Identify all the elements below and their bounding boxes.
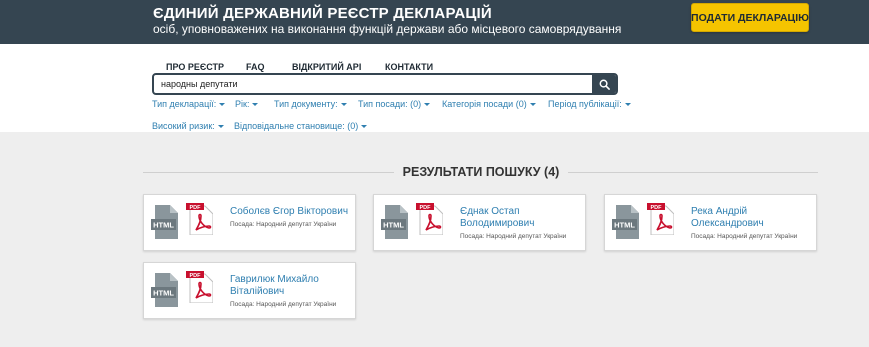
nav-open-api[interactable]: ВІДКРИТИЙ API [292,62,361,72]
filter-publication-period[interactable]: Період публікації: [548,99,631,109]
filter-label: Період публікації: [548,99,622,109]
search-input[interactable] [154,75,592,93]
filter-declaration-type[interactable]: Тип декларації: [152,99,226,109]
nav-contacts[interactable]: КОНТАКТИ [385,62,433,72]
filter-label: Відповідальне становище: (0) [234,121,359,131]
filter-label: Тип посади: (0) [358,99,422,109]
caret-down-icon [252,103,259,107]
html-label: HTML [153,221,174,230]
declarant-position: Посада: Народний депутат України [691,233,798,240]
filter-position-type[interactable]: Тип посади: (0) [358,99,431,109]
site-subtitle: осіб, уповноважених на виконання функцій… [153,22,622,36]
result-card: HTML PDF Река Андрій Олександрович Посад… [604,194,817,251]
search-bar [152,73,618,95]
caret-down-icon [217,125,224,129]
search-icon [599,79,610,90]
filter-high-risk[interactable]: Високий ризик: [152,121,224,131]
nav-faq[interactable]: FAQ [246,62,265,72]
pdf-label: PDF [420,205,432,211]
site-title[interactable]: ЄДИНИЙ ДЕРЖАВНИЙ РЕЄСТР ДЕКЛАРАЦІЙ [153,5,492,22]
pdf-document-icon[interactable]: PDF [416,203,443,235]
result-card: HTML PDF Соболєв Єгор Вікторович Посада:… [143,194,356,251]
nav-about[interactable]: ПРО РЕЄСТР [166,62,224,72]
caret-down-icon [219,103,226,107]
html-document-icon[interactable]: HTML [612,205,639,239]
filter-label: Тип декларації: [152,99,217,109]
filter-year[interactable]: Рік: [235,99,259,109]
html-document-icon[interactable]: HTML [151,273,178,307]
declarant-name-link[interactable]: Соболєв Єгор Вікторович [230,206,354,218]
html-document-icon[interactable]: HTML [151,205,178,239]
caret-down-icon [361,125,368,129]
html-label: HTML [614,221,635,230]
filter-responsible-position[interactable]: Відповідальне становище: (0) [234,121,368,131]
declarant-name-link[interactable]: Єднак Остап Володимирович [460,206,584,230]
pdf-label: PDF [651,205,663,211]
header-bar: ЄДИНИЙ ДЕРЖАВНИЙ РЕЄСТР ДЕКЛАРАЦІЙ осіб,… [0,0,869,44]
result-card: HTML PDF Гаврилюк Михайло Віталійович По… [143,262,356,319]
filter-label: Тип документу: [274,99,338,109]
filter-document-type[interactable]: Тип документу: [274,99,347,109]
filter-label: Високий ризик: [152,121,215,131]
filter-label: Рік: [235,99,250,109]
declarant-position: Посада: Народний депутат України [230,221,337,228]
html-document-icon[interactable]: HTML [381,205,408,239]
declarant-position: Посада: Народний депутат України [460,233,567,240]
caret-down-icon [529,103,536,107]
pdf-label: PDF [190,205,202,211]
pdf-document-icon[interactable]: PDF [186,271,213,303]
filter-label: Категорія посади (0) [442,99,527,109]
declarant-name-link[interactable]: Река Андрій Олександрович [691,206,815,230]
caret-down-icon [340,103,347,107]
caret-down-icon [624,103,631,107]
results-title: РЕЗУЛЬТАТИ ПОШУКУ (4) [394,165,568,179]
pdf-label: PDF [190,273,202,279]
result-card: HTML PDF Єднак Остап Володимирович Посад… [373,194,586,251]
pdf-document-icon[interactable]: PDF [186,203,213,235]
html-label: HTML [383,221,404,230]
submit-declaration-button[interactable]: ПОДАТИ ДЕКЛАРАЦІЮ [691,3,809,32]
filter-position-category[interactable]: Категорія посади (0) [442,99,536,109]
caret-down-icon [424,103,431,107]
pdf-document-icon[interactable]: PDF [647,203,674,235]
declarant-name-link[interactable]: Гаврилюк Михайло Віталійович [230,274,354,298]
html-label: HTML [153,289,174,298]
search-button[interactable] [592,75,616,93]
declarant-position: Посада: Народний депутат України [230,301,337,308]
